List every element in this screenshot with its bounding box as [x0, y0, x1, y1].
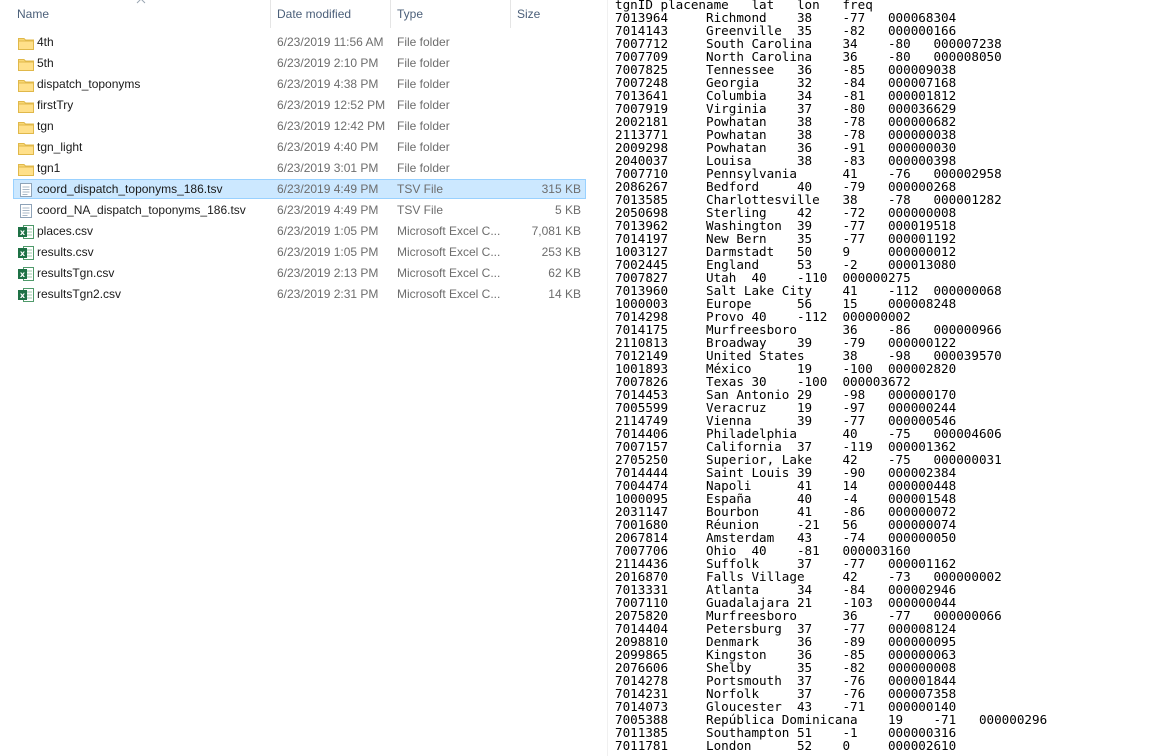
file-date-modified: 6/23/2019 2:10 PM: [277, 56, 379, 70]
folder-icon: [18, 141, 34, 155]
file-name: resultsTgn.csv: [37, 266, 115, 280]
column-divider[interactable]: [510, 0, 511, 28]
tsv-file-icon: [18, 204, 34, 218]
svg-text:x: x: [20, 228, 26, 237]
file-size: 14 KB: [548, 287, 581, 301]
file-name: tgn: [37, 119, 54, 133]
file-date-modified: 6/23/2019 12:42 PM: [277, 119, 386, 133]
file-name: resultsTgn2.csv: [37, 287, 122, 301]
file-date-modified: 6/23/2019 4:49 PM: [277, 203, 379, 217]
file-row[interactable]: x resultsTgn.csv 6/23/2019 2:13 PM Microsof…: [13, 263, 586, 283]
folder-icon: [18, 78, 34, 92]
file-row[interactable]: 4th 6/23/2019 11:56 AM File folder: [13, 32, 586, 52]
svg-text:x: x: [20, 249, 26, 258]
file-type: File folder: [397, 161, 450, 175]
file-date-modified: 6/23/2019 11:56 AM: [277, 35, 384, 49]
file-type: File folder: [397, 119, 450, 133]
file-type: TSV File: [397, 203, 444, 217]
file-type: Microsoft Excel C...: [397, 224, 501, 238]
folder-icon: [18, 57, 34, 71]
file-row[interactable]: x places.csv 6/23/2019 1:05 PM Microsoft Ex…: [13, 221, 586, 241]
file-type: File folder: [397, 140, 450, 154]
file-type: Microsoft Excel C...: [397, 287, 501, 301]
file-date-modified: 6/23/2019 3:01 PM: [277, 161, 379, 175]
tsv-preview-pane[interactable]: tgnID placename lat lon freq 7013964 Ric…: [607, 0, 1159, 756]
file-row[interactable]: 5th 6/23/2019 2:10 PM File folder: [13, 53, 586, 73]
file-row[interactable]: firstTry 6/23/2019 12:52 PM File folder: [13, 95, 586, 115]
file-name: tgn_light: [37, 140, 83, 154]
file-date-modified: 6/23/2019 2:31 PM: [277, 287, 379, 301]
svg-text:x: x: [20, 291, 26, 300]
file-row[interactable]: x results.csv 6/23/2019 1:05 PM Microsoft E…: [13, 242, 586, 262]
excel-file-icon: x: [18, 267, 34, 281]
file-row[interactable]: coord_dispatch_toponyms_186.tsv 6/23/2019…: [13, 179, 586, 199]
column-header-date-modified[interactable]: Date modified: [277, 0, 351, 28]
tsv-content: tgnID placename lat lon freq 7013964 Ric…: [615, 0, 1047, 752]
excel-file-icon: x: [18, 246, 34, 260]
folder-icon: [18, 162, 34, 176]
file-name: places.csv: [37, 224, 94, 238]
file-type: File folder: [397, 35, 450, 49]
file-date-modified: 6/23/2019 4:49 PM: [277, 182, 379, 196]
column-header-row: Name Date modified Type Size: [0, 0, 590, 28]
file-row[interactable]: dispatch_toponyms 6/23/2019 4:38 PM File f…: [13, 74, 586, 94]
file-size: 315 KB: [541, 182, 581, 196]
file-name: results.csv: [37, 245, 94, 259]
tsv-file-icon: [18, 183, 34, 197]
file-name: 5th: [37, 56, 54, 70]
file-name: coord_NA_dispatch_toponyms_186.tsv: [37, 203, 246, 217]
folder-icon: [18, 99, 34, 113]
file-date-modified: 6/23/2019 4:40 PM: [277, 140, 379, 154]
file-date-modified: 6/23/2019 1:05 PM: [277, 245, 379, 259]
column-header-size[interactable]: Size: [517, 0, 540, 28]
file-name: 4th: [37, 35, 54, 49]
file-name: dispatch_toponyms: [37, 77, 141, 91]
file-name: tgn1: [37, 161, 61, 175]
excel-file-icon: x: [18, 288, 34, 302]
file-row[interactable]: tgn 6/23/2019 12:42 PM File folder: [13, 116, 586, 136]
file-type: Microsoft Excel C...: [397, 245, 501, 259]
file-type: File folder: [397, 98, 450, 112]
file-size: 7,081 KB: [531, 224, 581, 238]
column-header-type[interactable]: Type: [397, 0, 423, 28]
file-size: 253 KB: [541, 245, 581, 259]
file-type: TSV File: [397, 182, 444, 196]
svg-text:x: x: [20, 270, 26, 279]
file-date-modified: 6/23/2019 1:05 PM: [277, 224, 379, 238]
file-size: 5 KB: [554, 203, 581, 217]
file-name: firstTry: [37, 98, 74, 112]
file-name: coord_dispatch_toponyms_186.tsv: [37, 182, 223, 196]
file-type: File folder: [397, 77, 450, 91]
sort-ascending-icon: [136, 0, 146, 4]
file-type: Microsoft Excel C...: [397, 266, 501, 280]
file-explorer-pane: Name Date modified Type Size 4th 6/23/201…: [0, 0, 594, 756]
file-type: File folder: [397, 56, 450, 70]
file-row[interactable]: coord_NA_dispatch_toponyms_186.tsv 6/23/2…: [13, 200, 586, 220]
file-date-modified: 6/23/2019 2:13 PM: [277, 266, 379, 280]
excel-file-icon: x: [18, 225, 34, 239]
file-size: 62 KB: [548, 266, 581, 280]
file-row[interactable]: tgn_light 6/23/2019 4:40 PM File folder: [13, 137, 586, 157]
folder-icon: [18, 36, 34, 50]
file-row[interactable]: tgn1 6/23/2019 3:01 PM File folder: [13, 158, 586, 178]
column-header-name[interactable]: Name: [17, 0, 49, 28]
folder-icon: [18, 120, 34, 134]
column-divider[interactable]: [390, 0, 391, 28]
file-row[interactable]: x resultsTgn2.csv 6/23/2019 2:31 PM Microso…: [13, 284, 586, 304]
file-date-modified: 6/23/2019 12:52 PM: [277, 98, 386, 112]
file-date-modified: 6/23/2019 4:38 PM: [277, 77, 379, 91]
column-divider[interactable]: [270, 0, 271, 28]
tsv-line: 7011781 London 52 0 000002610: [615, 738, 957, 753]
